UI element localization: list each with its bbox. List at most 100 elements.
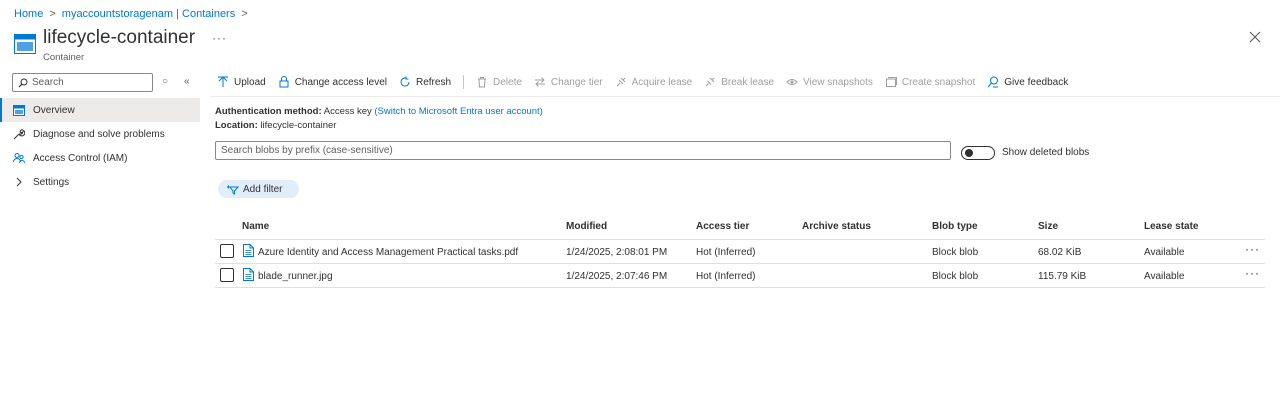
break-lease-label: Break lease — [721, 76, 775, 88]
blob-prefix-search-input[interactable] — [215, 141, 951, 160]
row-checkbox[interactable] — [220, 244, 234, 258]
sidebar-item-label: Overview — [33, 104, 75, 116]
blob-size: 68.02 KiB — [1038, 247, 1082, 258]
break-lease-button[interactable]: Break lease — [704, 76, 774, 88]
row-checkbox[interactable] — [220, 268, 234, 282]
swap-icon — [534, 77, 545, 87]
container-icon — [14, 34, 36, 54]
breadcrumb-separator-icon: > — [241, 8, 248, 20]
toolbar-divider-line — [210, 96, 1280, 97]
row-more-button[interactable]: ··· — [1245, 242, 1260, 256]
upload-label: Upload — [234, 76, 266, 88]
view-snapshots-button[interactable]: View snapshots — [786, 76, 873, 88]
link-icon — [616, 77, 625, 87]
create-snapshot-label: Create snapshot — [901, 76, 976, 88]
create-snapshot-button[interactable]: Create snapshot — [885, 76, 975, 88]
sidebar-search[interactable] — [12, 73, 153, 92]
location-value: lifecycle-container — [260, 120, 337, 131]
table-row[interactable]: Azure Identity and Access Management Pra… — [215, 240, 1265, 264]
file-icon — [243, 268, 254, 281]
sidebar-item-label: Access Control (IAM) — [33, 152, 128, 164]
change-access-level-label: Change access level — [294, 76, 387, 88]
broken-link-icon — [705, 77, 715, 87]
blob-name[interactable]: blade_runner.jpg — [258, 271, 333, 282]
table-row[interactable]: blade_runner.jpg 1/24/2025, 2:07:46 PM H… — [215, 264, 1265, 288]
column-header-size[interactable]: Size — [1038, 221, 1058, 232]
toolbar-divider — [463, 75, 464, 89]
sidebar-item-overview[interactable]: Overview — [0, 98, 200, 122]
upload-icon — [218, 76, 228, 87]
more-options-button[interactable]: ··· — [212, 31, 227, 45]
breadcrumb-storage-account[interactable]: myaccountstoragenam | Containers — [62, 8, 235, 20]
column-header-modified[interactable]: Modified — [566, 221, 607, 232]
breadcrumb-separator-icon: > — [49, 8, 56, 20]
acquire-lease-label: Acquire lease — [631, 76, 693, 88]
sidebar-item-settings[interactable]: Settings — [0, 170, 200, 194]
page-subtitle: Container — [43, 52, 85, 63]
blob-lease-state: Available — [1144, 271, 1185, 282]
add-filter-label: Add filter — [243, 183, 283, 195]
sidebar-item-label: Settings — [33, 176, 70, 188]
wrench-icon — [13, 129, 25, 140]
column-header-lease-state[interactable]: Lease state — [1144, 221, 1198, 232]
column-header-access-tier[interactable]: Access tier — [696, 221, 749, 232]
show-deleted-blobs-label: Show deleted blobs — [1002, 147, 1090, 158]
location-label: Location: — [215, 120, 258, 131]
row-more-button[interactable]: ··· — [1245, 266, 1260, 280]
toggle-knob — [965, 149, 973, 157]
close-icon[interactable] — [1246, 28, 1264, 46]
blob-lease-state: Available — [1144, 247, 1185, 258]
feedback-icon — [987, 76, 999, 88]
blob-access-tier: Hot (Inferred) — [696, 271, 756, 282]
add-filter-button[interactable]: Add filter — [218, 180, 299, 198]
snapshot-icon — [885, 77, 897, 87]
sidebar-item-diagnose[interactable]: Diagnose and solve problems — [0, 122, 200, 146]
page-title: lifecycle-container — [43, 27, 196, 48]
refresh-label: Refresh — [415, 76, 451, 88]
breadcrumb-home[interactable]: Home — [14, 8, 43, 20]
delete-label: Delete — [493, 76, 522, 88]
search-icon — [18, 78, 28, 87]
change-tier-label: Change tier — [550, 76, 603, 88]
trash-icon — [478, 77, 486, 88]
view-snapshots-label: View snapshots — [803, 76, 873, 88]
collapse-sidebar-icon[interactable]: « — [184, 76, 190, 87]
refresh-button[interactable]: Refresh — [399, 76, 451, 88]
switch-auth-link[interactable]: (Switch to Microsoft Entra user account) — [374, 106, 542, 117]
blob-name[interactable]: Azure Identity and Access Management Pra… — [258, 247, 518, 258]
blob-modified: 1/24/2025, 2:08:01 PM — [566, 247, 668, 258]
auth-method-label: Authentication method: — [215, 106, 322, 117]
refresh-icon — [400, 76, 410, 87]
chevron-right-icon — [16, 177, 22, 187]
blob-type: Block blob — [932, 247, 979, 258]
blob-access-tier: Hot (Inferred) — [696, 247, 756, 258]
column-header-name[interactable]: Name — [242, 221, 269, 232]
blob-type: Block blob — [932, 271, 979, 282]
collapse-expand-icon[interactable]: ○ — [162, 76, 168, 87]
add-filter-icon — [227, 185, 239, 195]
delete-button[interactable]: Delete — [476, 76, 522, 88]
give-feedback-button[interactable]: Give feedback — [987, 76, 1068, 88]
people-icon — [13, 153, 25, 164]
change-access-level-button[interactable]: Change access level — [278, 76, 387, 88]
file-icon — [243, 244, 254, 257]
sidebar-item-iam[interactable]: Access Control (IAM) — [0, 146, 200, 170]
auth-method-line: Authentication method: Access key (Switc… — [215, 106, 543, 117]
breadcrumb: Home > myaccountstoragenam | Containers … — [14, 8, 248, 20]
show-deleted-blobs-toggle[interactable] — [961, 146, 995, 160]
change-tier-button[interactable]: Change tier — [534, 76, 603, 88]
acquire-lease-button[interactable]: Acquire lease — [615, 76, 693, 88]
sidebar-search-input[interactable] — [32, 77, 142, 88]
lock-icon — [279, 76, 289, 88]
eye-icon — [786, 79, 798, 85]
auth-method-value: Access key — [323, 106, 372, 117]
column-header-archive-status[interactable]: Archive status — [802, 221, 871, 232]
command-bar: Upload Change access level Refresh Delet… — [217, 73, 1080, 91]
upload-button[interactable]: Upload — [217, 76, 266, 88]
blob-modified: 1/24/2025, 2:07:46 PM — [566, 271, 668, 282]
column-header-blob-type[interactable]: Blob type — [932, 221, 978, 232]
overview-icon — [13, 104, 25, 116]
sidebar-item-label: Diagnose and solve problems — [33, 128, 165, 140]
blob-size: 115.79 KiB — [1038, 271, 1087, 282]
give-feedback-label: Give feedback — [1004, 76, 1069, 88]
